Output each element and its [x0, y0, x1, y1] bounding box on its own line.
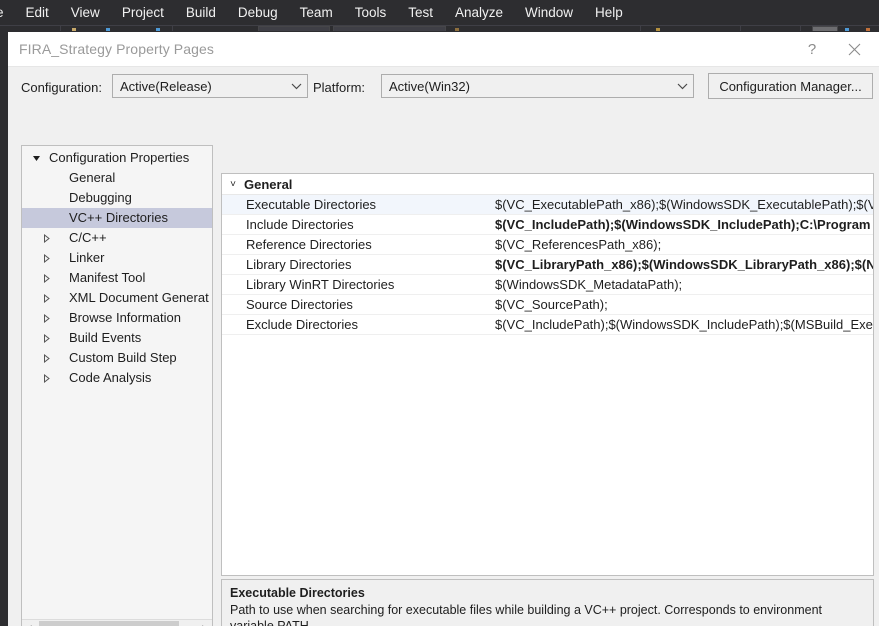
- property-tree-panel[interactable]: Configuration Properties General Debugging…: [21, 145, 213, 626]
- triangle-right-icon[interactable]: [36, 328, 56, 348]
- tree-item-label: C/C++: [69, 230, 107, 245]
- configuration-label: Configuration:: [21, 80, 102, 95]
- property-value[interactable]: $(VC_IncludePath);$(WindowsSDK_IncludePa…: [494, 215, 873, 234]
- dialog-body: Configuration: Active(Release) Platform:…: [8, 66, 879, 626]
- menu-item-project[interactable]: Project: [111, 1, 175, 24]
- tree-item-label: Build Events: [69, 330, 142, 345]
- tree-item-label: Manifest Tool: [69, 270, 146, 285]
- property-value[interactable]: $(WindowsSDK_MetadataPath);: [494, 275, 873, 294]
- property-value[interactable]: $(VC_ReferencesPath_x86);: [494, 235, 873, 254]
- dialog-title: FIRA_Strategy Property Pages: [19, 41, 214, 57]
- triangle-right-icon[interactable]: [36, 348, 56, 368]
- tree-item-label: Configuration Properties: [49, 150, 190, 165]
- menu-item-debug[interactable]: Debug: [227, 1, 289, 24]
- property-name: Library Directories: [246, 257, 352, 272]
- tree-item-label: Code Analysis: [69, 370, 152, 385]
- property-pages-dialog: FIRA_Strategy Property Pages ? Configura…: [7, 31, 879, 626]
- tree-item-label: Custom Build Step: [69, 350, 177, 365]
- tree-item-manifest-tool[interactable]: Manifest Tool: [22, 268, 212, 288]
- tree-item-build-events[interactable]: Build Events: [22, 328, 212, 348]
- tree-item-general[interactable]: General: [22, 168, 212, 188]
- property-row[interactable]: Exclude Directories $(VC_IncludePath);$(W…: [222, 315, 873, 335]
- menu-item-team[interactable]: Team: [289, 1, 344, 24]
- triangle-right-icon[interactable]: [36, 248, 56, 268]
- menu-item-window[interactable]: Window: [514, 1, 584, 24]
- scroll-right-icon[interactable]: ›: [195, 620, 212, 626]
- property-grid-rows: Executable Directories $(VC_ExecutablePat…: [222, 195, 873, 335]
- menu-item-build[interactable]: Build: [175, 1, 227, 24]
- chevron-down-icon: [285, 83, 307, 90]
- property-row[interactable]: Library WinRT Directories $(WindowsSDK_Me…: [222, 275, 873, 295]
- chevron-down-icon[interactable]: ˅: [222, 174, 244, 195]
- scroll-left-icon[interactable]: ‹: [22, 620, 39, 626]
- configuration-toolbar: Configuration: Active(Release) Platform:…: [8, 67, 879, 110]
- dialog-title-bar[interactable]: FIRA_Strategy Property Pages ?: [8, 32, 879, 66]
- property-name: Library WinRT Directories: [246, 277, 395, 292]
- tree-item-label: XML Document Generat: [69, 290, 209, 305]
- property-value[interactable]: $(VC_SourcePath);: [494, 295, 873, 314]
- chevron-down-icon: [671, 83, 693, 90]
- platform-label: Platform:: [313, 80, 366, 95]
- property-tree-list: Configuration Properties General Debugging…: [22, 146, 212, 388]
- property-name: Exclude Directories: [246, 317, 358, 332]
- triangle-right-icon[interactable]: [36, 308, 56, 328]
- tree-item-label: Browse Information: [69, 310, 181, 325]
- property-group-label: General: [244, 176, 293, 192]
- tree-item-debugging[interactable]: Debugging: [22, 188, 212, 208]
- configuration-manager-button[interactable]: Configuration Manager...: [708, 73, 873, 99]
- tree-item-label: Linker: [69, 250, 105, 265]
- tree-item-vc++-directories[interactable]: VC++ Directories: [22, 208, 212, 228]
- description-text: Path to use when searching for executabl…: [230, 603, 823, 626]
- menu-item-test[interactable]: Test: [397, 1, 444, 24]
- property-row[interactable]: Library Directories $(VC_LibraryPath_x86)…: [222, 255, 873, 275]
- menu-item-tools[interactable]: Tools: [344, 1, 398, 24]
- menu-item-edit[interactable]: Edit: [15, 1, 60, 24]
- property-name: Executable Directories: [246, 197, 377, 212]
- platform-select-value: Active(Win32): [389, 78, 470, 94]
- tree-item-configuration-properties[interactable]: Configuration Properties: [22, 148, 212, 168]
- property-row[interactable]: Source Directories $(VC_SourcePath);: [222, 295, 873, 315]
- property-name: Source Directories: [246, 297, 353, 312]
- property-row[interactable]: Include Directories $(VC_IncludePath);$(W…: [222, 215, 873, 235]
- help-icon-glyph: ?: [807, 40, 817, 58]
- triangle-right-icon[interactable]: [36, 228, 56, 248]
- tree-item-code-analysis[interactable]: Code Analysis: [22, 368, 212, 388]
- property-value[interactable]: $(VC_IncludePath);$(WindowsSDK_IncludePa…: [494, 315, 873, 334]
- property-value[interactable]: $(VC_ExecutablePath_x86);$(WindowsSDK_Ex…: [494, 195, 873, 214]
- menu-item-help[interactable]: Help: [584, 1, 634, 24]
- help-icon[interactable]: ?: [793, 32, 831, 66]
- tree-item-browse-information[interactable]: Browse Information: [22, 308, 212, 328]
- property-grid[interactable]: ˅ General Executable Directories $(VC_Exe…: [221, 173, 874, 576]
- tree-item-linker[interactable]: Linker: [22, 248, 212, 268]
- visual-studio-window: eEditViewProjectBuildDebugTeamToolsTestA…: [0, 0, 879, 626]
- tree-item-label: VC++ Directories: [69, 210, 168, 225]
- property-value[interactable]: $(VC_LibraryPath_x86);$(WindowsSDK_Libra…: [494, 255, 873, 274]
- tree-item-label: General: [69, 170, 116, 185]
- configuration-select[interactable]: Active(Release): [112, 74, 308, 98]
- platform-select[interactable]: Active(Win32): [381, 74, 694, 98]
- triangle-down-icon[interactable]: [22, 148, 50, 168]
- property-row[interactable]: Reference Directories $(VC_ReferencesPath…: [222, 235, 873, 255]
- tree-item-xml-document-generat[interactable]: XML Document Generat: [22, 288, 212, 308]
- scrollbar-thumb[interactable]: [39, 620, 179, 626]
- property-group-header[interactable]: ˅ General: [222, 174, 873, 195]
- tree-item-label: Debugging: [69, 190, 132, 205]
- configuration-select-value: Active(Release): [120, 78, 212, 94]
- tree-horizontal-scrollbar[interactable]: ‹ ›: [22, 619, 212, 626]
- property-name: Reference Directories: [246, 237, 372, 252]
- menu-item-view[interactable]: View: [60, 1, 111, 24]
- tree-item-c-c++[interactable]: C/C++: [22, 228, 212, 248]
- menu-item-e[interactable]: e: [0, 1, 15, 24]
- property-name: Include Directories: [246, 217, 354, 232]
- description-pane: Executable Directories Path to use when …: [221, 579, 874, 626]
- tree-item-custom-build-step[interactable]: Custom Build Step: [22, 348, 212, 368]
- main-menu-bar: eEditViewProjectBuildDebugTeamToolsTestA…: [0, 0, 879, 25]
- description-title: Executable Directories: [230, 586, 365, 600]
- property-row[interactable]: Executable Directories $(VC_ExecutablePat…: [222, 195, 873, 215]
- triangle-right-icon[interactable]: [36, 288, 56, 308]
- menu-item-analyze[interactable]: Analyze: [444, 1, 514, 24]
- triangle-right-icon[interactable]: [36, 268, 56, 288]
- triangle-right-icon[interactable]: [36, 368, 56, 388]
- close-icon[interactable]: [835, 32, 873, 66]
